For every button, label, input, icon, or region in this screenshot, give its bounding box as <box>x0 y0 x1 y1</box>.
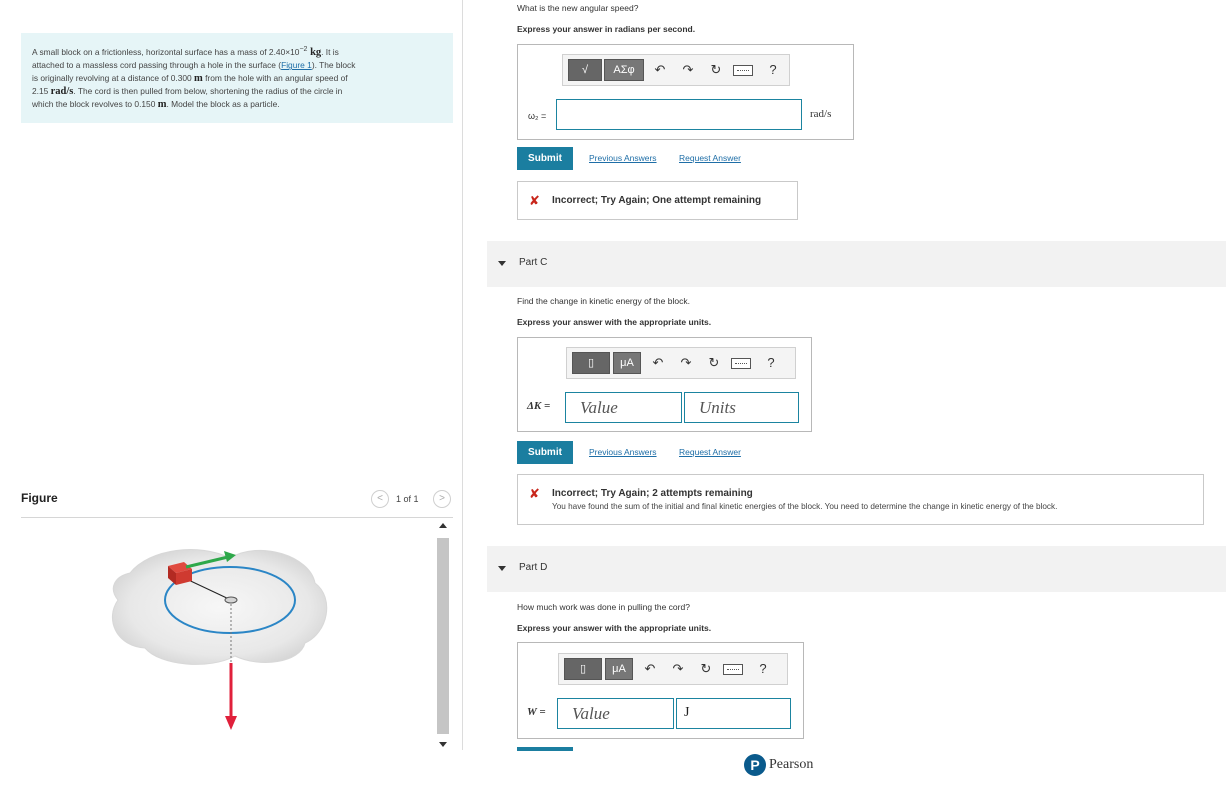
reset-icon[interactable]: ↻ <box>698 660 714 678</box>
collapse-caret-icon[interactable] <box>498 566 506 571</box>
figure-counter: 1 of 1 <box>396 494 419 504</box>
problem-text: . Model the block as a particle. <box>166 99 280 110</box>
units-value: J <box>684 705 690 720</box>
distance-unit: m <box>194 72 203 84</box>
value-placeholder: Value <box>572 704 610 723</box>
part-c-feedback-message: Incorrect; Try Again; 2 attempts remaini… <box>552 488 753 499</box>
figure-image <box>111 549 328 730</box>
figure-scrollbar[interactable] <box>436 520 450 750</box>
collapse-caret-icon[interactable] <box>498 261 506 266</box>
undo-icon[interactable]: ↶ <box>642 660 658 678</box>
part-d-instruction: Express your answer with the appropriate… <box>517 623 712 633</box>
figure-prev-button[interactable]: < <box>371 490 389 508</box>
part-b-previous-answers-link[interactable]: Previous Answers <box>589 153 657 163</box>
help-icon[interactable]: ? <box>763 354 779 372</box>
part-b-feedback-message: Incorrect; Try Again; One attempt remain… <box>552 195 762 206</box>
help-icon[interactable]: ? <box>755 660 771 678</box>
part-b-answer-box: √ ΑΣφ ↶ ↷ ↻ ? ω₂ = rad/s <box>517 44 854 140</box>
problem-statement: A small block on a frictionless, horizon… <box>21 33 453 123</box>
work-label: W = <box>527 706 546 718</box>
redo-icon[interactable]: ↷ <box>670 660 686 678</box>
omega2-unit: rad/s <box>810 108 832 120</box>
part-b-submit-button[interactable]: Submit <box>517 147 573 170</box>
omega2-label: ω₂ = <box>528 111 547 121</box>
reset-icon[interactable]: ↻ <box>708 61 724 79</box>
pull-arrow-head <box>225 716 237 730</box>
redo-icon[interactable]: ↷ <box>678 354 694 372</box>
part-c-submit-button[interactable]: Submit <box>517 441 573 464</box>
part-c-answer-box: ▯ μA ↶ ↷ ↻ ? ΔK = Value Units <box>517 337 812 432</box>
part-b-request-answer-link[interactable]: Request Answer <box>679 153 741 163</box>
work-value-input[interactable]: Value <box>557 698 674 729</box>
part-d-question: How much work was done in pulling the co… <box>517 602 690 612</box>
part-b-instruction: Express your answer in radians per secon… <box>517 24 696 34</box>
problem-text: attached to a massless cord passing thro… <box>32 60 282 71</box>
part-c-label: Part C <box>519 257 548 268</box>
problem-text: A small block on a frictionless, horizon… <box>32 46 300 57</box>
templates-button[interactable]: ▯ <box>572 352 610 374</box>
templates-button[interactable]: √ <box>568 59 602 81</box>
templates-button[interactable]: ▯ <box>564 658 602 680</box>
part-c-header[interactable]: Part C <box>487 241 1226 287</box>
pearson-logo-icon: P <box>744 754 766 776</box>
part-d-toolbar: ▯ μA ↶ ↷ ↻ ? <box>558 653 788 685</box>
part-d-header[interactable]: Part D <box>487 546 1226 592</box>
part-d-submit-button-edge[interactable] <box>517 747 573 751</box>
undo-icon[interactable]: ↶ <box>652 61 668 79</box>
part-c-toolbar: ▯ μA ↶ ↷ ↻ ? <box>566 347 796 379</box>
omega2-input[interactable] <box>556 99 802 130</box>
part-c-feedback: ✘ Incorrect; Try Again; 2 attempts remai… <box>517 474 1204 525</box>
part-b-feedback: ✘ Incorrect; Try Again; One attempt rema… <box>517 181 798 220</box>
error-icon: ✘ <box>529 193 540 208</box>
pearson-name: Pearson <box>769 757 814 772</box>
keyboard-icon[interactable] <box>723 664 743 675</box>
delta-k-value-input[interactable]: Value <box>565 392 682 423</box>
undo-icon[interactable]: ↶ <box>650 354 666 372</box>
figure-next-button[interactable]: > <box>433 490 451 508</box>
part-c-request-answer-link[interactable]: Request Answer <box>679 447 741 457</box>
problem-text: . It is <box>321 46 339 57</box>
part-c-instruction: Express your answer with the appropriate… <box>517 317 712 327</box>
figure-header: Figure < 1 of 1 > <box>21 490 453 518</box>
work-units-input[interactable]: J <box>676 698 791 729</box>
units-button[interactable]: μA <box>605 658 633 680</box>
problem-text: which the block revolves to 0.150 <box>32 99 158 110</box>
part-c-previous-answers-link[interactable]: Previous Answers <box>589 447 657 457</box>
redo-icon[interactable]: ↷ <box>680 61 696 79</box>
scroll-thumb[interactable] <box>437 538 449 734</box>
panel-divider <box>462 0 463 750</box>
delta-k-label: ΔK = <box>527 400 551 412</box>
part-b-toolbar: √ ΑΣφ ↶ ↷ ↻ ? <box>562 54 790 86</box>
scroll-up-icon[interactable] <box>439 523 447 528</box>
angular-speed-unit: rad/s <box>50 86 74 98</box>
problem-text: ). The block <box>311 60 356 71</box>
part-d-answer-box: ▯ μA ↶ ↷ ↻ ? W = Value J <box>517 642 804 739</box>
keyboard-icon[interactable] <box>733 65 753 76</box>
value-placeholder: Value <box>580 398 618 417</box>
units-button[interactable]: μA <box>613 352 641 374</box>
problem-text: is originally revolving at a distance of… <box>32 72 195 83</box>
part-d-label: Part D <box>519 562 548 573</box>
keyboard-icon[interactable] <box>731 358 751 369</box>
help-icon[interactable]: ? <box>765 61 781 79</box>
units-placeholder: Units <box>699 398 736 417</box>
problem-text: . The cord is then pulled from below, sh… <box>73 86 343 97</box>
error-icon: ✘ <box>529 486 540 501</box>
scroll-down-icon[interactable] <box>439 742 447 747</box>
delta-k-units-input[interactable]: Units <box>684 392 799 423</box>
part-c-question: Find the change in kinetic energy of the… <box>517 296 690 306</box>
problem-text: 2.15 <box>32 86 51 97</box>
greek-symbols-button[interactable]: ΑΣφ <box>604 59 644 81</box>
mass-unit: kg <box>307 46 322 58</box>
hole <box>224 596 238 604</box>
figure-title: Figure <box>21 491 58 505</box>
reset-icon[interactable]: ↻ <box>706 354 722 372</box>
figure-link[interactable]: Figure 1 <box>281 60 312 70</box>
part-b-question: What is the new angular speed? <box>517 3 639 13</box>
part-c-feedback-detail: You have found the sum of the initial an… <box>552 502 1058 511</box>
problem-text: from the hole with an angular speed of <box>202 72 348 83</box>
